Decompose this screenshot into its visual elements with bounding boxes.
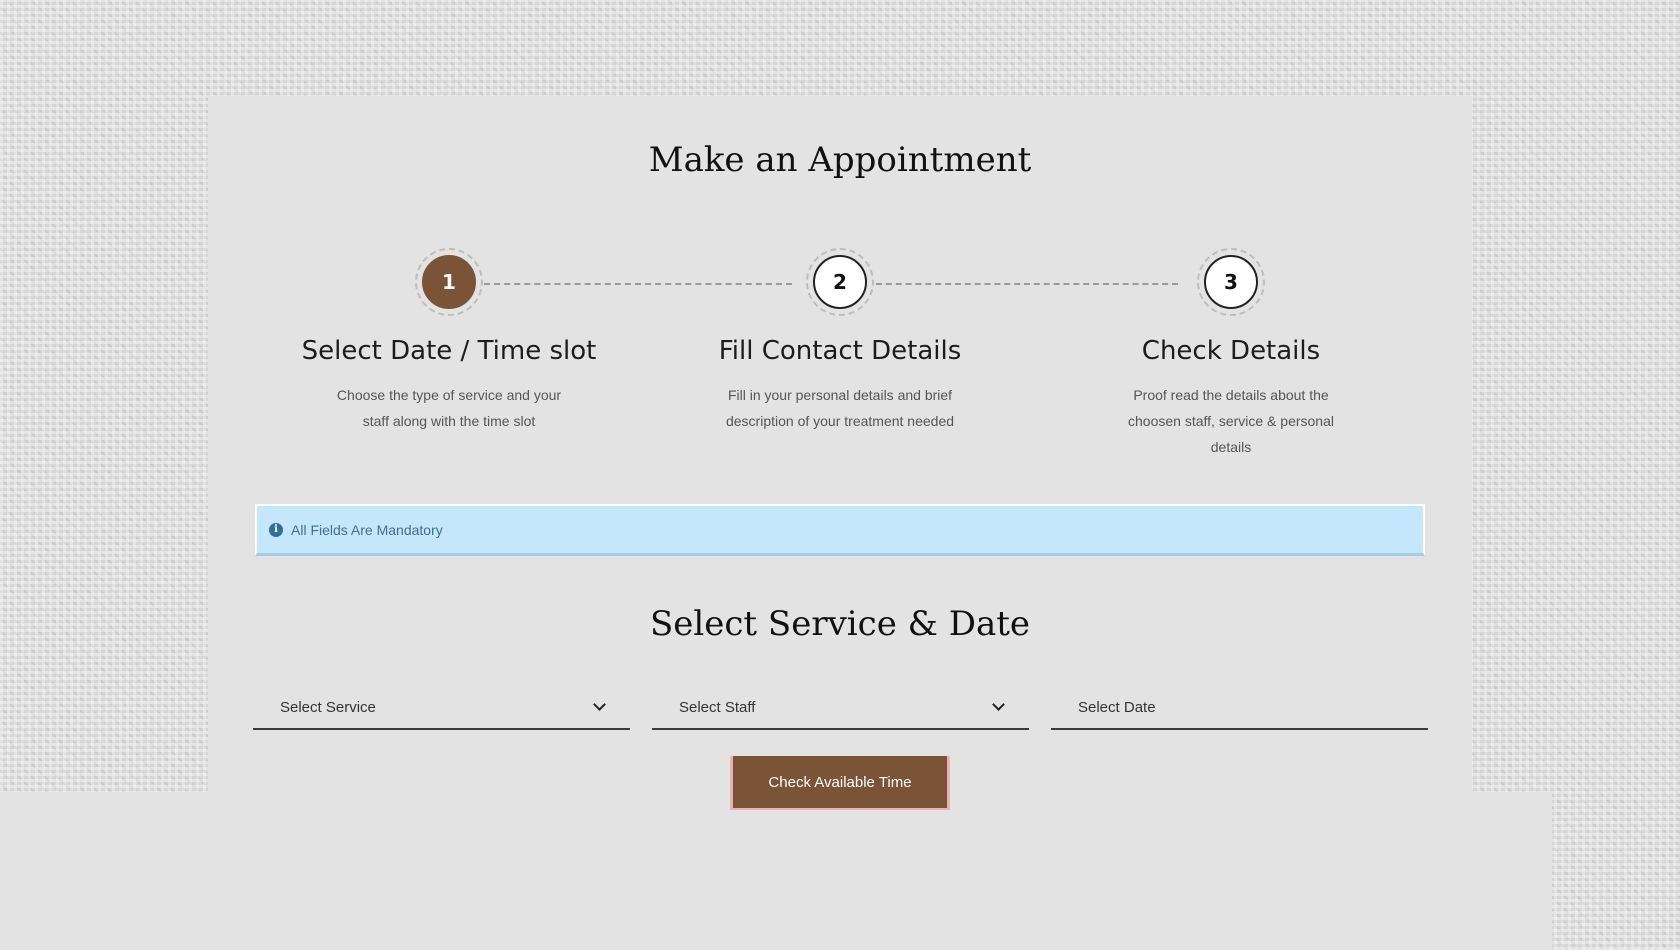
mandatory-fields-alert: i All Fields Are Mandatory	[255, 504, 1425, 556]
step-1-indicator: 1	[415, 248, 483, 316]
page-title: Make an Appointment	[648, 140, 1032, 180]
step-2-number: 2	[813, 255, 867, 309]
step-connector-2-3	[876, 283, 1178, 285]
service-select[interactable]: Select Service	[253, 686, 630, 730]
check-available-time-button[interactable]: Check Available Time	[730, 756, 950, 810]
step-2-description: Fill in your personal details and brief …	[725, 387, 955, 429]
chevron-down-icon	[593, 698, 606, 711]
staff-select-value: Select Staff	[679, 698, 756, 716]
info-icon: i	[269, 522, 283, 537]
service-select-value: Select Service	[280, 698, 376, 716]
step-2-indicator: 2	[806, 248, 874, 316]
step-1-title: Select Date / Time slot	[301, 336, 597, 366]
step-connector-1-2	[484, 283, 792, 285]
step-3-number: 3	[1204, 255, 1258, 309]
page-background-band	[0, 792, 1552, 950]
step-3-indicator: 3	[1197, 248, 1265, 316]
staff-select[interactable]: Select Staff	[652, 686, 1029, 730]
step-3-title: Check Details	[1141, 336, 1321, 366]
alert-text: All Fields Are Mandatory	[291, 521, 443, 538]
date-input-placeholder: Select Date	[1078, 698, 1156, 716]
step-2-title: Fill Contact Details	[718, 336, 962, 366]
date-input[interactable]: Select Date	[1051, 686, 1428, 730]
step-3-description: Proof read the details about the choosen…	[1128, 387, 1334, 455]
step-1-description: Choose the type of service and your staf…	[336, 387, 562, 429]
step-1-number: 1	[422, 255, 476, 309]
chevron-down-icon	[992, 698, 1005, 711]
section-title: Select Service & Date	[649, 604, 1031, 644]
